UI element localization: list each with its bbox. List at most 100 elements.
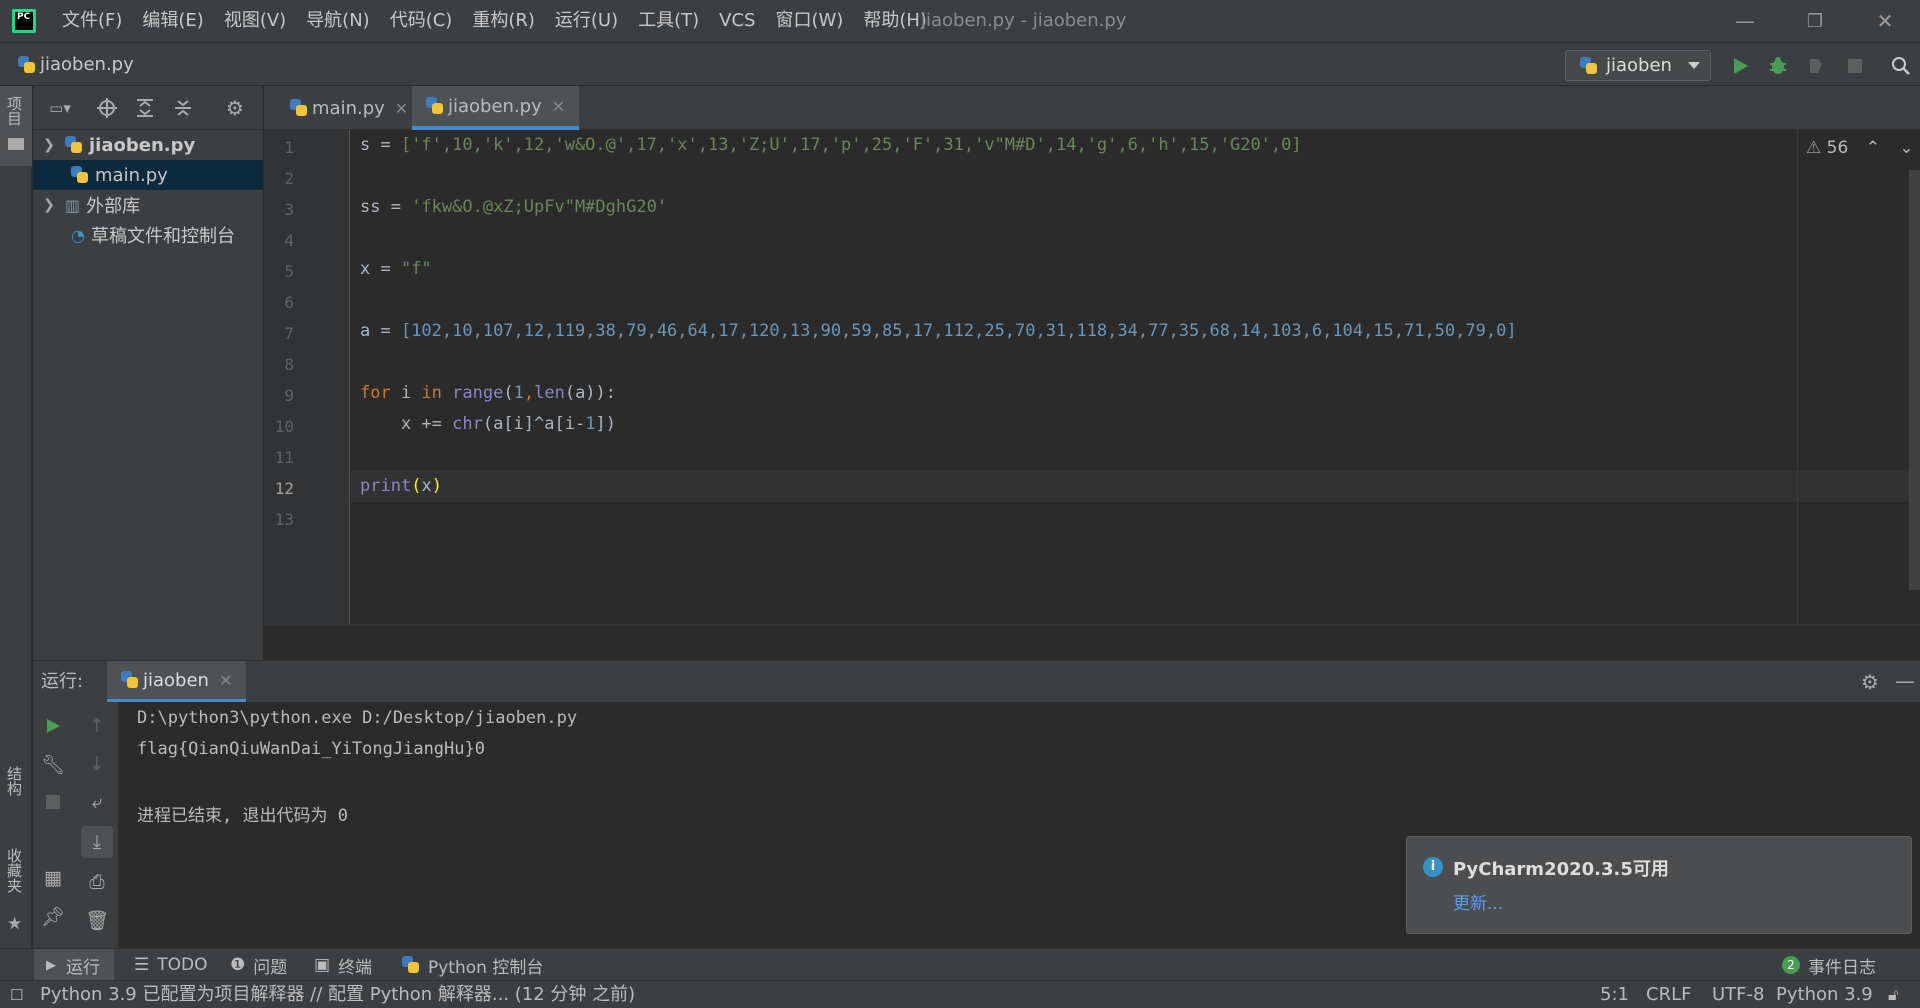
run-icon: [1734, 58, 1748, 74]
scroll-down-button[interactable]: ↓: [81, 748, 113, 780]
file-encoding[interactable]: UTF-8: [1712, 981, 1764, 1008]
lock-icon[interactable]: 🔓︎: [1888, 981, 1898, 1008]
tool-tab-problems[interactable]: ❶ 问题: [230, 949, 287, 981]
structure-tool-button[interactable]: 结构: [0, 766, 32, 836]
close-tab-icon[interactable]: ✕: [219, 671, 232, 690]
code-editor[interactable]: 1 2 3 4 5 6 7 8 9 10 11 12 13 s = ['f',1…: [264, 130, 1920, 624]
star-icon: ★: [7, 914, 23, 934]
stop-button[interactable]: [1840, 51, 1870, 81]
code-line-9: for i in range(1,len(a)):: [360, 383, 617, 403]
tool-tab-python-console[interactable]: Python 控制台: [402, 949, 543, 981]
menu-file[interactable]: 文件(F): [52, 0, 132, 42]
menu-tools[interactable]: 工具(T): [628, 0, 709, 42]
console-line: D:\python3\python.exe D:/Desktop/jiaoben…: [137, 708, 578, 728]
search-everywhere-button[interactable]: [1886, 51, 1916, 81]
clear-console-button[interactable]: 🗑︎: [81, 904, 113, 936]
line-number: 1: [284, 138, 294, 157]
edit-config-button[interactable]: 🔧︎: [37, 748, 69, 780]
project-tool-label: 项目: [5, 96, 23, 126]
breadcrumb-file: jiaoben.py: [40, 54, 134, 75]
interpreter[interactable]: Python 3.9: [1776, 981, 1873, 1008]
menu-vcs[interactable]: VCS: [709, 0, 765, 42]
tool-tab-event-log[interactable]: 2 事件日志: [1782, 949, 1876, 981]
debug-button[interactable]: [1763, 51, 1793, 81]
tool-tab-label: 运行: [66, 957, 100, 978]
scroll-to-end-button[interactable]: ⤓: [81, 826, 113, 858]
view-select-button[interactable]: ▭▾: [43, 96, 77, 120]
pin-button[interactable]: 📌︎: [37, 900, 69, 932]
status-toggle-icon[interactable]: ☐: [10, 981, 23, 1008]
tool-tab-label: 问题: [253, 957, 288, 978]
code-line-12: print(x): [360, 476, 442, 496]
chevron-down-icon[interactable]: ⌄: [1899, 138, 1913, 158]
rerun-button[interactable]: [37, 710, 69, 742]
menu-bar: PC 文件(F) 编辑(E) 视图(V) 导航(N) 代码(C) 重构(R) 运…: [0, 0, 1920, 42]
tool-tab-label: 终端: [338, 957, 373, 978]
caret-position[interactable]: 5:1: [1600, 981, 1629, 1008]
project-settings-button[interactable]: ⚙: [223, 96, 247, 120]
tab-main-py[interactable]: main.py ✕: [276, 86, 422, 130]
close-icon: ✕: [1876, 9, 1894, 33]
run-tab-jiaoben[interactable]: jiaoben ✕: [107, 661, 247, 703]
status-message[interactable]: Python 3.9 已配置为项目解释器 // 配置 Python 解释器...…: [40, 981, 635, 1008]
restore-button[interactable]: ❐: [1780, 0, 1850, 42]
line-number: 3: [284, 200, 294, 219]
layout-icon: ▦: [44, 867, 62, 889]
minimize-button[interactable]: —: [1710, 0, 1780, 42]
tree-item-jiaoben-project[interactable]: ❯ jiaoben.py: [33, 130, 263, 160]
tool-tab-run[interactable]: ▶ 运行: [34, 949, 114, 981]
restore-icon: ❐: [1806, 10, 1824, 32]
menu-window[interactable]: 窗口(W): [765, 0, 853, 42]
tool-tab-todo[interactable]: ☰ TODO: [134, 949, 208, 981]
run-tab-label: jiaoben: [143, 669, 209, 691]
scratches-icon: ◔: [71, 225, 85, 245]
menu-code[interactable]: 代码(C): [380, 0, 463, 42]
project-tool-button[interactable]: 项目: [0, 86, 32, 166]
print-button[interactable]: ⎙: [81, 866, 113, 898]
python-project-icon: [65, 136, 83, 154]
hide-panel-icon[interactable]: —: [1895, 669, 1915, 693]
collapse-all-button[interactable]: [171, 96, 195, 120]
gear-icon[interactable]: ⚙: [1861, 670, 1879, 694]
run-toolbar: ↑ 🔧︎ ↓ ⤶ ⤓ ▦ ⎙ 📌︎ 🗑︎: [33, 702, 119, 948]
scroll-up-button[interactable]: ↑: [81, 710, 113, 742]
menu-navigate[interactable]: 导航(N): [296, 0, 380, 42]
tree-item-external-libraries[interactable]: ❯ ▥ 外部库: [33, 190, 263, 220]
menu-refactor[interactable]: 重构(R): [462, 0, 545, 42]
expand-all-button[interactable]: [133, 96, 157, 120]
stop-run-button[interactable]: [37, 786, 69, 818]
close-window-button[interactable]: ✕: [1850, 0, 1920, 42]
notification-title: PyCharm2020.3.5可用: [1453, 859, 1669, 880]
tab-jiaoben-py[interactable]: jiaoben.py ✕: [412, 86, 580, 130]
menu-edit[interactable]: 编辑(E): [132, 0, 213, 42]
menu-run[interactable]: 运行(U): [545, 0, 628, 42]
run-config-select[interactable]: jiaoben: [1565, 50, 1711, 81]
editor-horizontal-scroll-area[interactable]: [264, 624, 1920, 660]
chevron-up-icon[interactable]: ⌃: [1866, 138, 1880, 158]
locate-button[interactable]: [95, 96, 119, 120]
printer-icon: ⎙: [89, 871, 105, 893]
favorites-tool-button[interactable]: 收藏夹 ★: [0, 848, 32, 938]
tree-item-scratches[interactable]: ◔ 草稿文件和控制台: [33, 220, 263, 250]
soft-wrap-button[interactable]: ⤶: [81, 786, 113, 818]
tool-tab-terminal[interactable]: ▣ 终端: [314, 949, 372, 981]
line-separator[interactable]: CRLF: [1646, 981, 1691, 1008]
collapse-all-icon: [175, 100, 191, 116]
inspection-widget[interactable]: ⚠ 56 ⌃ ⌄: [1806, 138, 1914, 158]
tree-item-main-py[interactable]: main.py: [33, 160, 263, 190]
breadcrumb[interactable]: jiaoben.py: [18, 43, 134, 87]
editor-scrollbar[interactable]: [1909, 170, 1920, 590]
python-file-icon: [18, 56, 36, 74]
arrow-down-icon: ↓: [89, 753, 105, 775]
line-number: 4: [284, 231, 294, 250]
run-button[interactable]: [1725, 51, 1755, 81]
coverage-button[interactable]: [1801, 51, 1831, 81]
window-dropdown-icon: ▭▾: [49, 99, 71, 117]
close-tab-icon[interactable]: ✕: [552, 97, 565, 116]
update-link[interactable]: 更新...: [1453, 889, 1503, 914]
close-tab-icon[interactable]: ✕: [395, 99, 408, 118]
chevron-down-icon: [1688, 62, 1700, 69]
layout-button[interactable]: ▦: [37, 862, 69, 894]
menu-view[interactable]: 视图(V): [214, 0, 296, 42]
tool-window-bar: ▶ 运行 ☰ TODO ❶ 问题 ▣ 终端 Python 控制台 2 事件日志: [0, 948, 1920, 981]
